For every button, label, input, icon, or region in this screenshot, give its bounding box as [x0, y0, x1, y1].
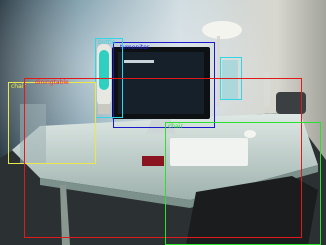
box-label-chair-front: chair: [168, 123, 183, 130]
box-label-bottle: bottle: [98, 39, 116, 46]
box-chair-front: chair: [165, 122, 321, 245]
desk-lamp-shade: [202, 21, 242, 39]
photo-scene: tvmonitor bottle chair diningtable chair: [0, 0, 326, 245]
box-label-diningtable: diningtable: [35, 79, 69, 86]
box-label-tvmonitor: tvmonitor: [120, 44, 150, 51]
